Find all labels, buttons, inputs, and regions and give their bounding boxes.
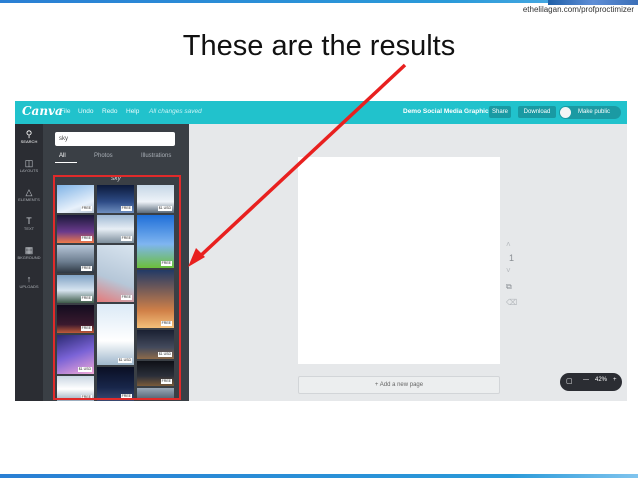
slide-bottom-bar	[0, 474, 638, 478]
arrow-shaft	[194, 63, 407, 262]
arrow-head	[188, 248, 205, 267]
annotation-arrow	[188, 63, 407, 267]
